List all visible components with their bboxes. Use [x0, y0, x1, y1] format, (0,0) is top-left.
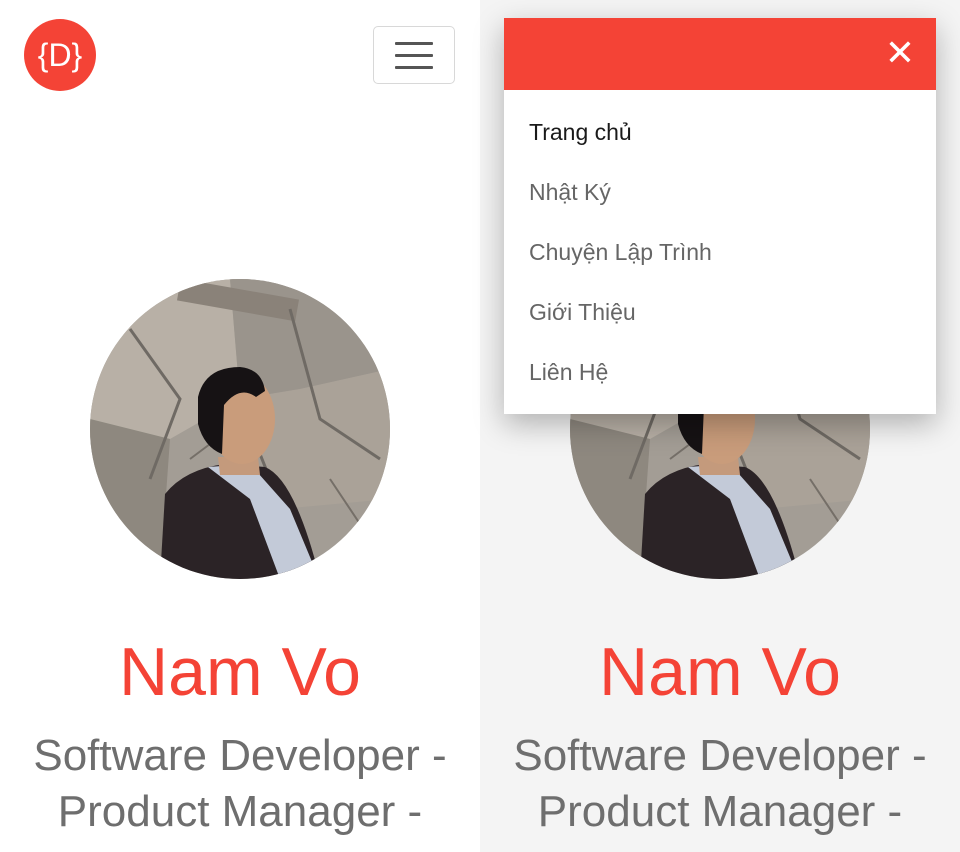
menu-toggle-button[interactable] — [373, 26, 455, 84]
page-menu-closed: {D} Nam Vo Software Developer - Product … — [0, 0, 480, 852]
close-icon[interactable]: ✕ — [880, 34, 920, 74]
logo-text: {D} — [37, 37, 83, 73]
hamburger-icon — [395, 41, 433, 45]
nav-dropdown-header: ✕ — [504, 18, 936, 90]
site-logo[interactable]: {D} — [24, 19, 96, 91]
nav-item-gioi-thieu[interactable]: Giới Thiệu — [504, 282, 936, 342]
nav-item-chuyen-lap-trinh[interactable]: Chuyện Lập Trình — [504, 222, 936, 282]
profile-role: Software Developer - Product Manager - — [513, 731, 927, 836]
nav-menu-list: Trang chủ Nhật Ký Chuyện Lập Trình Giới … — [504, 102, 936, 402]
nav-item-nhat-ky[interactable]: Nhật Ký — [504, 162, 936, 222]
avatar — [90, 279, 390, 579]
nav-item-trang-chu[interactable]: Trang chủ — [504, 102, 936, 162]
nav-dropdown-menu: ✕ Trang chủ Nhật Ký Chuyện Lập Trình Giớ… — [504, 18, 936, 414]
profile-photo — [90, 279, 390, 579]
nav-item-lien-he[interactable]: Liên Hệ — [504, 342, 936, 402]
profile-name: Nam Vo — [599, 634, 841, 710]
hamburger-icon-bar — [395, 65, 433, 69]
profile-name: Nam Vo — [119, 634, 361, 710]
hamburger-icon-bar — [395, 53, 433, 57]
profile-role: Software Developer - Product Manager - — [33, 731, 447, 836]
